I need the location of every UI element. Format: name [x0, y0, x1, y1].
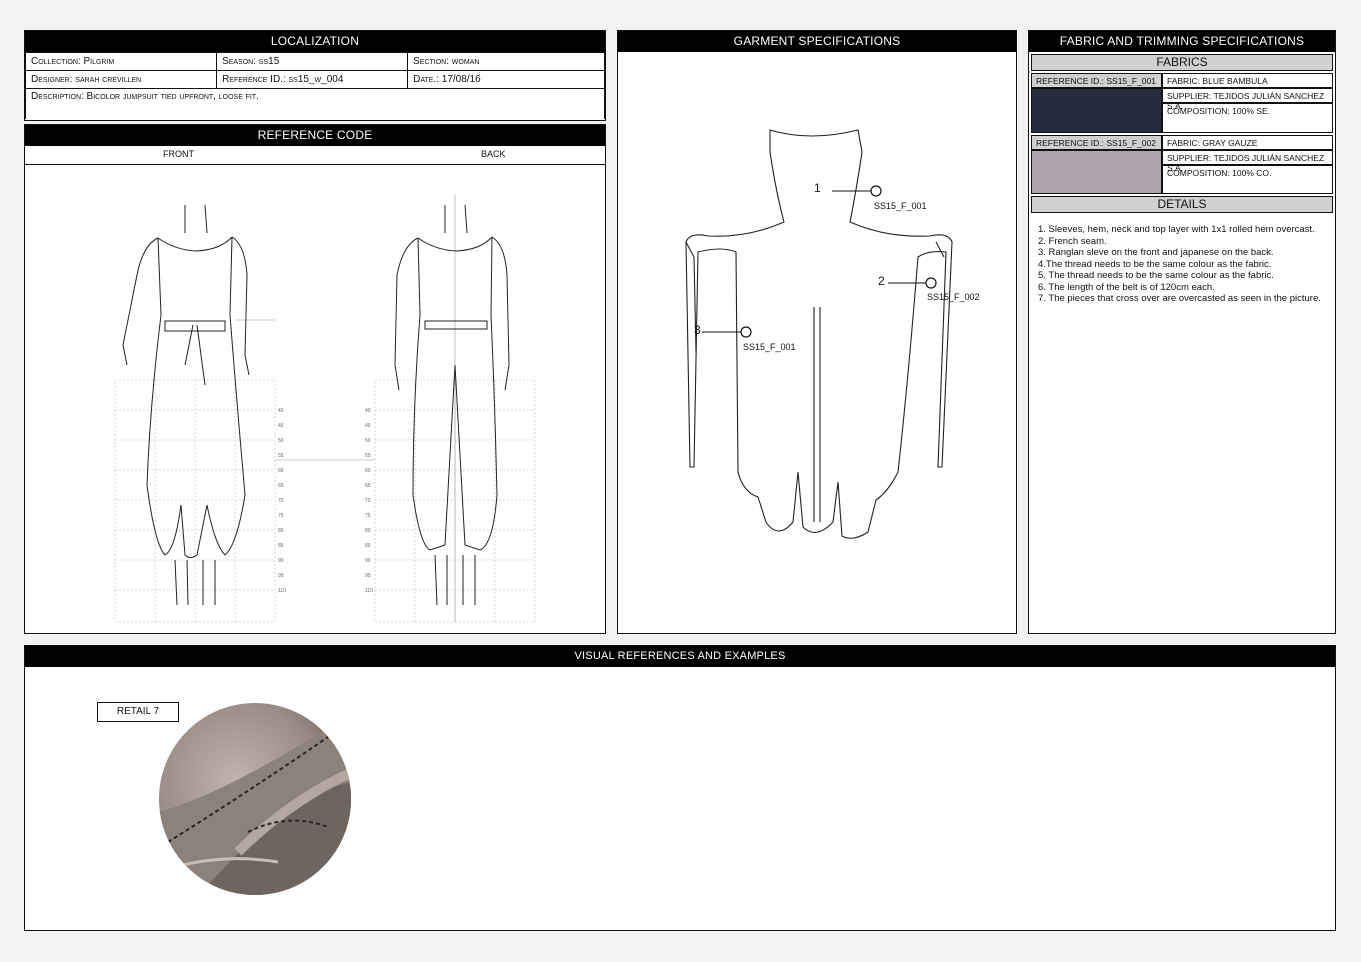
fabrics-subheader: FABRICS	[1031, 54, 1333, 71]
reference-id-field: Reference ID.: ss15_w_004	[216, 70, 409, 89]
detail-item: 6. The length of the belt is of 120cm ea…	[1038, 281, 1215, 293]
scale-tick-label: 45	[278, 423, 284, 429]
detail-item: 3. Ranglan sleve on the front and japane…	[1038, 247, 1274, 258]
description-field: Description: Bicolor jumpsuit tied upfro…	[25, 88, 605, 119]
scale-tick-label: 55	[365, 453, 371, 459]
fabric-1-composition: COMPOSITION: 100% SE.	[1162, 103, 1333, 133]
stitch-detail-photo	[159, 703, 351, 895]
visual-references-panel: VISUAL REFERENCES AND EXAMPLES RETAIL 7	[24, 645, 1336, 931]
scale-tick-label: 110	[365, 588, 373, 594]
scale-tick-label: 60	[365, 468, 371, 474]
scale-tick-label: 50	[365, 438, 371, 444]
section-field: Section: woman	[407, 52, 605, 71]
details-subheader: DETAILS	[1031, 196, 1333, 213]
fabric-2-ref: REFERENCE ID.: SS15_F_002	[1031, 135, 1162, 150]
scale-tick-label: 40	[278, 408, 284, 414]
scale-tick-label: 45	[365, 423, 371, 429]
reference-code-header: REFERENCE CODE	[25, 125, 605, 146]
front-size-scale: 40 45 50 55 60 65 70 75 80 85 90 95 110	[278, 408, 286, 594]
callout-1-number: 1	[814, 181, 821, 195]
back-size-scale: 40 45 50 55 60 65 70 75 80 85 90 95 110	[365, 408, 373, 594]
fabric-2-swatch	[1031, 150, 1162, 194]
front-back-technical-sketch: 40 45 50 55 60 65 70 75 80 85 90 95 110 40 45 50 55 60 65…	[114, 195, 536, 623]
front-label: FRONT	[163, 149, 194, 159]
detail-item: 4.The thread needs to be the same colour…	[1038, 258, 1272, 270]
localization-header: LOCALIZATION	[25, 31, 605, 52]
reference-code-panel: REFERENCE CODE FRONT BACK 40 45 50 55 60…	[24, 124, 606, 634]
scale-tick-label: 95	[278, 573, 284, 579]
fabric-2-name: FABRIC: GRAY GAUZE	[1162, 135, 1333, 150]
garment-spec-panel: GARMENT SPECIFICATIONS 1 SS15_F_001 2 SS…	[617, 30, 1017, 634]
garment-flat-sketch	[685, 129, 953, 539]
detail-item: 7. The pieces that cross over are overca…	[1038, 293, 1321, 304]
back-label: BACK	[481, 149, 506, 159]
callout-2-code: SS15_F_002	[927, 292, 980, 302]
scale-tick-label: 85	[365, 543, 371, 549]
scale-tick-label: 90	[278, 558, 284, 564]
scale-tick-label: 80	[365, 528, 371, 534]
designer-field: Designer: sarah crevillen	[24, 70, 218, 89]
fabric-1-supplier: SUPPLIER: TEJIDOS JULIÁN SANCHEZ S.A.	[1162, 88, 1333, 111]
fabric-1-ref: REFERENCE ID.: SS15_F_001	[1031, 73, 1162, 88]
fabric-1-name: FABRIC: BLUE BAMBULA	[1162, 73, 1333, 88]
callout-1-code: SS15_F_001	[874, 201, 927, 211]
season-field: Season: ss15	[216, 52, 409, 71]
scale-tick-label: 75	[278, 513, 284, 519]
scale-tick-label: 110	[278, 588, 286, 594]
scale-tick-label: 70	[278, 498, 284, 504]
detail-item: 1. Sleeves, hem, neck and top layer with…	[1038, 224, 1315, 235]
callout-3-code: SS15_F_001	[743, 342, 796, 352]
scale-tick-label: 65	[365, 483, 371, 489]
scale-tick-label: 65	[278, 483, 284, 489]
detail-item: 2. French seam.	[1038, 235, 1107, 247]
scale-tick-label: 95	[365, 573, 371, 579]
scale-tick-label: 40	[365, 408, 371, 414]
collection-field: Collection: Pilgrim	[24, 52, 218, 71]
scale-tick-label: 50	[278, 438, 284, 444]
fabric-2-composition: COMPOSITION: 100% CO.	[1162, 165, 1333, 194]
callout-2-number: 2	[878, 274, 885, 288]
fabric-trimming-header: FABRIC AND TRIMMING SPECIFICATIONS	[1029, 31, 1335, 52]
visual-references-header: VISUAL REFERENCES AND EXAMPLES	[25, 646, 1335, 667]
date-field: Date.: 17/08/16	[407, 70, 605, 89]
callout-3-number: 3	[694, 323, 701, 337]
scale-tick-label: 85	[278, 543, 284, 549]
scale-tick-label: 60	[278, 468, 284, 474]
fabric-trimming-panel: FABRIC AND TRIMMING SPECIFICATIONS FABRI…	[1028, 30, 1336, 634]
scale-tick-label: 80	[278, 528, 284, 534]
fabric-2-supplier: SUPPLIER: TEJIDOS JULIÁN SANCHEZ S.A.	[1162, 150, 1333, 173]
localization-table: Collection: Pilgrim Season: ss15 Section…	[24, 52, 605, 119]
scale-tick-label: 75	[365, 513, 371, 519]
details-list: 1. Sleeves, hem, neck and top layer with…	[1038, 224, 1330, 305]
scale-tick-label: 70	[365, 498, 371, 504]
detail-item: 5. The thread needs to be the same colou…	[1038, 270, 1274, 281]
scale-tick-label: 90	[365, 558, 371, 564]
fabric-1-swatch	[1031, 88, 1162, 133]
localization-panel: LOCALIZATION Collection: Pilgrim Season:…	[24, 30, 606, 121]
scale-tick-label: 55	[278, 453, 284, 459]
garment-spec-header: GARMENT SPECIFICATIONS	[618, 31, 1016, 52]
front-back-labels: FRONT BACK	[25, 146, 605, 165]
